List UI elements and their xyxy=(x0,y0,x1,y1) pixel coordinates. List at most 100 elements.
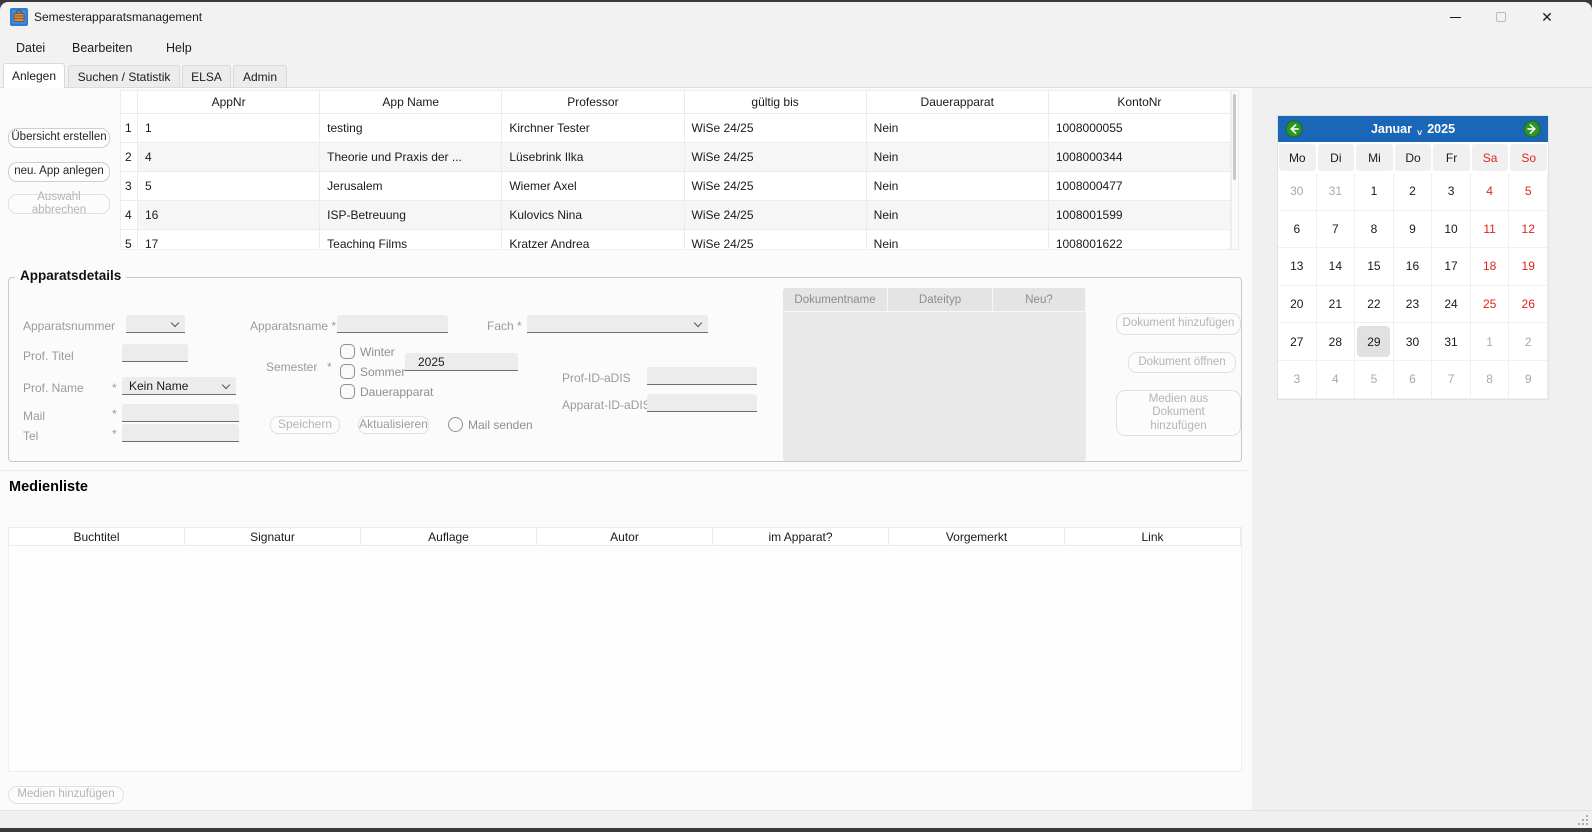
calendar-day[interactable]: 16 xyxy=(1394,248,1433,286)
calendar-day[interactable]: 2 xyxy=(1509,323,1548,361)
calendar-day[interactable]: 5 xyxy=(1509,173,1548,211)
speichern-button[interactable]: Speichern xyxy=(270,416,340,434)
apps-header-professor[interactable]: Professor xyxy=(502,91,684,114)
calendar-next-month-button[interactable] xyxy=(1523,120,1541,138)
calendar-day[interactable]: 12 xyxy=(1509,211,1548,249)
calendar-day[interactable]: 5 xyxy=(1355,361,1394,399)
maximize-button[interactable] xyxy=(1478,2,1524,32)
apparat-id-adis-field[interactable] xyxy=(647,394,757,412)
media-header-signatur[interactable]: Signatur xyxy=(185,528,361,545)
calendar-day[interactable]: 11 xyxy=(1471,211,1510,249)
calendar-day[interactable]: 6 xyxy=(1278,211,1317,249)
calendar-day[interactable]: 20 xyxy=(1278,286,1317,324)
auswahl-abbrechen-button[interactable]: Auswahl abbrechen xyxy=(8,194,110,214)
calendar-day[interactable]: 9 xyxy=(1394,211,1433,249)
apparatsnummer-dropdown[interactable] xyxy=(126,315,185,333)
menu-datei[interactable]: Datei xyxy=(10,37,51,59)
apps-table-row[interactable]: 1 1 testing Kirchner Tester WiSe 24/25 N… xyxy=(121,114,1231,143)
calendar-day[interactable]: 30 xyxy=(1278,173,1317,211)
neue-app-anlegen-button[interactable]: neu. App anlegen xyxy=(8,162,110,182)
calendar-day-selected[interactable]: 29 xyxy=(1355,323,1394,361)
prof-id-adis-field[interactable] xyxy=(647,367,757,385)
calendar-day[interactable]: 25 xyxy=(1471,286,1510,324)
calendar-day[interactable]: 14 xyxy=(1317,248,1356,286)
apps-header-appname[interactable]: App Name xyxy=(320,91,502,114)
close-button[interactable]: ✕ xyxy=(1524,2,1570,32)
calendar-day[interactable]: 22 xyxy=(1355,286,1394,324)
calendar-day[interactable]: 30 xyxy=(1394,323,1433,361)
calendar-day[interactable]: 2 xyxy=(1394,173,1433,211)
calendar-day[interactable]: 10 xyxy=(1432,211,1471,249)
calendar-day[interactable]: 13 xyxy=(1278,248,1317,286)
media-header-link[interactable]: Link xyxy=(1065,528,1241,545)
calendar-day[interactable]: 26 xyxy=(1509,286,1548,324)
apps-table-row[interactable]: 3 5 Jerusalem Wiemer Axel WiSe 24/25 Nei… xyxy=(121,172,1231,201)
calendar-day[interactable]: 1 xyxy=(1471,323,1510,361)
apps-table-scrollbar[interactable] xyxy=(1232,90,1239,250)
mail-senden-checkbox[interactable] xyxy=(448,417,463,432)
medien-hinzufuegen-button[interactable]: Medien hinzufügen xyxy=(8,786,124,804)
tel-field[interactable] xyxy=(122,424,239,442)
calendar-day[interactable]: 19 xyxy=(1509,248,1548,286)
apps-header-appnr[interactable]: AppNr xyxy=(138,91,320,114)
apps-header-gueltig-bis[interactable]: gültig bis xyxy=(685,91,867,114)
media-header-buchtitel[interactable]: Buchtitel xyxy=(9,528,185,545)
dokument-oeffnen-button[interactable]: Dokument öffnen xyxy=(1128,352,1236,373)
media-header-auflage[interactable]: Auflage xyxy=(361,528,537,545)
calendar-day[interactable]: 8 xyxy=(1471,361,1510,399)
prof-name-dropdown[interactable]: Kein Name xyxy=(122,377,236,395)
calendar-day[interactable]: 7 xyxy=(1432,361,1471,399)
apps-table-row[interactable]: 5 17 Teaching Films Kratzer Andrea WiSe … xyxy=(121,230,1231,250)
apps-table-row[interactable]: 4 16 ISP-Betreuung Kulovics Nina WiSe 24… xyxy=(121,201,1231,230)
calendar-day[interactable]: 21 xyxy=(1317,286,1356,324)
aktualisieren-button[interactable]: Aktualisieren xyxy=(358,416,429,434)
calendar-day[interactable]: 27 xyxy=(1278,323,1317,361)
calendar-day[interactable]: 8 xyxy=(1355,211,1394,249)
apps-header-dauerapparat[interactable]: Dauerapparat xyxy=(867,91,1049,114)
tab-suchen-statistik[interactable]: Suchen / Statistik xyxy=(68,65,180,87)
apps-table-row[interactable]: 2 4 Theorie und Praxis der ... Lüsebrink… xyxy=(121,143,1231,172)
calendar-day[interactable]: 15 xyxy=(1355,248,1394,286)
dokument-hinzufuegen-button[interactable]: Dokument hinzufügen xyxy=(1116,313,1241,335)
resize-grip[interactable] xyxy=(1576,813,1588,825)
media-header-vorgemerkt[interactable]: Vorgemerkt xyxy=(889,528,1065,545)
menu-bearbeiten[interactable]: Bearbeiten xyxy=(66,37,138,59)
calendar-day[interactable]: 31 xyxy=(1432,323,1471,361)
menu-help[interactable]: Help xyxy=(160,37,198,59)
calendar-day[interactable]: 6 xyxy=(1394,361,1433,399)
calendar-day[interactable]: 18 xyxy=(1471,248,1510,286)
calendar-day[interactable]: 24 xyxy=(1432,286,1471,324)
prof-titel-field[interactable] xyxy=(122,344,188,362)
uebersicht-erstellen-button[interactable]: Übersicht erstellen xyxy=(8,128,110,148)
calendar-month-label[interactable]: Januar xyxy=(1371,122,1412,136)
winter-checkbox[interactable] xyxy=(340,344,355,359)
minimize-button[interactable] xyxy=(1432,2,1478,32)
calendar-day[interactable]: 4 xyxy=(1471,173,1510,211)
calendar-day[interactable]: 7 xyxy=(1317,211,1356,249)
calendar-day[interactable]: 28 xyxy=(1317,323,1356,361)
media-header-im-apparat[interactable]: im Apparat? xyxy=(713,528,889,545)
calendar-day[interactable]: 1 xyxy=(1355,173,1394,211)
calendar-year-label[interactable]: 2025 xyxy=(1427,122,1455,136)
apps-header-kontonr[interactable]: KontoNr xyxy=(1049,91,1231,114)
semester-year-field[interactable]: 2025 xyxy=(405,353,518,371)
media-header-autor[interactable]: Autor xyxy=(537,528,713,545)
calendar-day[interactable]: 4 xyxy=(1317,361,1356,399)
calendar-day[interactable]: 3 xyxy=(1432,173,1471,211)
apparatsname-field[interactable] xyxy=(337,315,448,333)
calendar-day[interactable]: 9 xyxy=(1509,361,1548,399)
tab-elsa[interactable]: ELSA xyxy=(182,65,231,87)
calendar-day[interactable]: 3 xyxy=(1278,361,1317,399)
tab-admin[interactable]: Admin xyxy=(233,65,287,87)
tab-anlegen[interactable]: Anlegen xyxy=(3,63,65,88)
scrollbar-thumb[interactable] xyxy=(1233,94,1236,180)
calendar-day[interactable]: 31 xyxy=(1317,173,1356,211)
sommer-checkbox[interactable] xyxy=(340,364,355,379)
calendar-day[interactable]: 17 xyxy=(1432,248,1471,286)
calendar-day[interactable]: 23 xyxy=(1394,286,1433,324)
fach-dropdown[interactable] xyxy=(527,315,708,333)
medien-aus-dokument-button[interactable]: Medien aus Dokument hinzufügen xyxy=(1116,390,1241,436)
dauerapparat-checkbox[interactable] xyxy=(340,384,355,399)
mail-field[interactable] xyxy=(122,404,239,422)
calendar-prev-month-button[interactable] xyxy=(1285,120,1303,138)
